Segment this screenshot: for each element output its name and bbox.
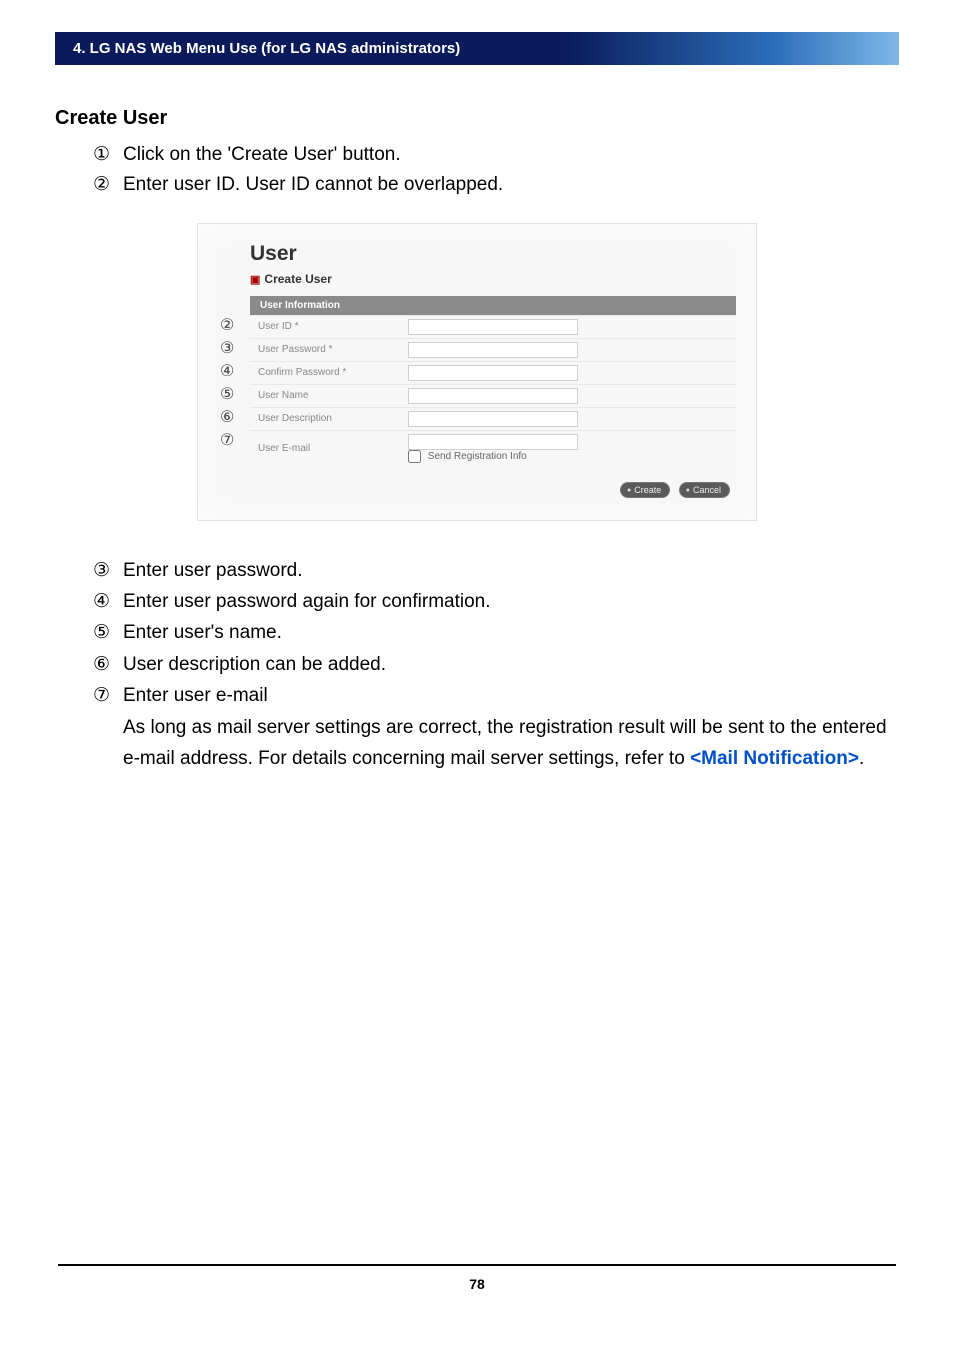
step-item: ⑥ User description can be added.	[93, 649, 899, 680]
field-label-user-name: User Name	[258, 390, 309, 401]
screenshot-title: User	[250, 242, 736, 266]
step-item: ⑤ Enter user's name.	[93, 617, 899, 648]
table-row: ② User ID *	[250, 315, 736, 338]
table-header: User Information	[250, 296, 736, 316]
row-marker: ⑦	[220, 433, 234, 449]
table-row: ⑦ User E-mail Send Registration Info	[250, 430, 736, 466]
row-marker: ③	[220, 341, 234, 357]
step-text: Enter user password.	[123, 555, 899, 586]
step-marker: ⑤	[93, 617, 123, 648]
field-label-user-password: User Password *	[258, 344, 332, 355]
step-marker: ①	[93, 140, 123, 170]
row-marker: ②	[220, 318, 234, 334]
user-description-input[interactable]	[408, 411, 578, 427]
step-text: Click on the 'Create User' button.	[123, 140, 899, 170]
step-text: Enter user's name.	[123, 617, 899, 648]
table-row: ⑥ User Description	[250, 407, 736, 430]
step-item: ① Click on the 'Create User' button.	[93, 140, 899, 170]
step-marker: ⑦	[93, 680, 123, 711]
user-password-input[interactable]	[408, 342, 578, 358]
field-label-user-id: User ID *	[258, 321, 299, 332]
user-info-table: User Information ② User ID * ③ User Pass…	[250, 296, 736, 466]
step-marker: ④	[93, 586, 123, 617]
table-row: ④ Confirm Password *	[250, 361, 736, 384]
user-email-input[interactable]	[408, 434, 578, 450]
chapter-header: 4. LG NAS Web Menu Use (for LG NAS admin…	[55, 32, 899, 65]
field-label-user-description: User Description	[258, 413, 332, 424]
user-id-input[interactable]	[408, 319, 578, 335]
mail-notification-link[interactable]: <Mail Notification>	[690, 748, 859, 769]
breadcrumb-text: Create User	[264, 272, 331, 286]
step-item: ⑦ Enter user e-mail	[93, 680, 899, 711]
step-item: ④ Enter user password again for confirma…	[93, 586, 899, 617]
extra-paragraph: As long as mail server settings are corr…	[123, 712, 899, 775]
step-text: Enter user password again for confirmati…	[123, 586, 899, 617]
step-marker: ⑥	[93, 649, 123, 680]
breadcrumb-icon: ▣	[250, 274, 260, 286]
period: .	[859, 748, 864, 769]
step-marker: ③	[93, 555, 123, 586]
confirm-password-input[interactable]	[408, 365, 578, 381]
section-title: Create User	[55, 107, 899, 130]
bottom-steps-list: ③ Enter user password. ④ Enter user pass…	[93, 555, 899, 774]
send-registration-checkbox[interactable]	[408, 450, 421, 463]
page-number: 78	[469, 1276, 485, 1292]
top-steps-list: ① Click on the 'Create User' button. ② E…	[93, 140, 899, 201]
field-label-user-email: User E-mail	[258, 443, 310, 454]
row-marker: ⑥	[220, 410, 234, 426]
field-label-confirm-password: Confirm Password *	[258, 367, 346, 378]
embedded-screenshot: User ▣ Create User User Information ② Use…	[197, 223, 757, 521]
screenshot-breadcrumb: ▣ Create User	[250, 272, 736, 286]
user-name-input[interactable]	[408, 388, 578, 404]
table-row: ⑤ User Name	[250, 384, 736, 407]
step-text: User description can be added.	[123, 649, 899, 680]
step-text: Enter user e-mail	[123, 680, 899, 711]
step-item: ③ Enter user password.	[93, 555, 899, 586]
send-registration-label: Send Registration Info	[428, 451, 527, 462]
table-row: ③ User Password *	[250, 338, 736, 361]
step-text: Enter user ID. User ID cannot be overlap…	[123, 170, 899, 200]
step-item: ② Enter user ID. User ID cannot be overl…	[93, 170, 899, 200]
row-marker: ④	[220, 364, 234, 380]
row-marker: ⑤	[220, 387, 234, 403]
create-button[interactable]: Create	[620, 482, 670, 498]
cancel-button[interactable]: Cancel	[679, 482, 730, 498]
step-marker: ②	[93, 170, 123, 200]
page-footer: 78	[58, 1264, 896, 1292]
